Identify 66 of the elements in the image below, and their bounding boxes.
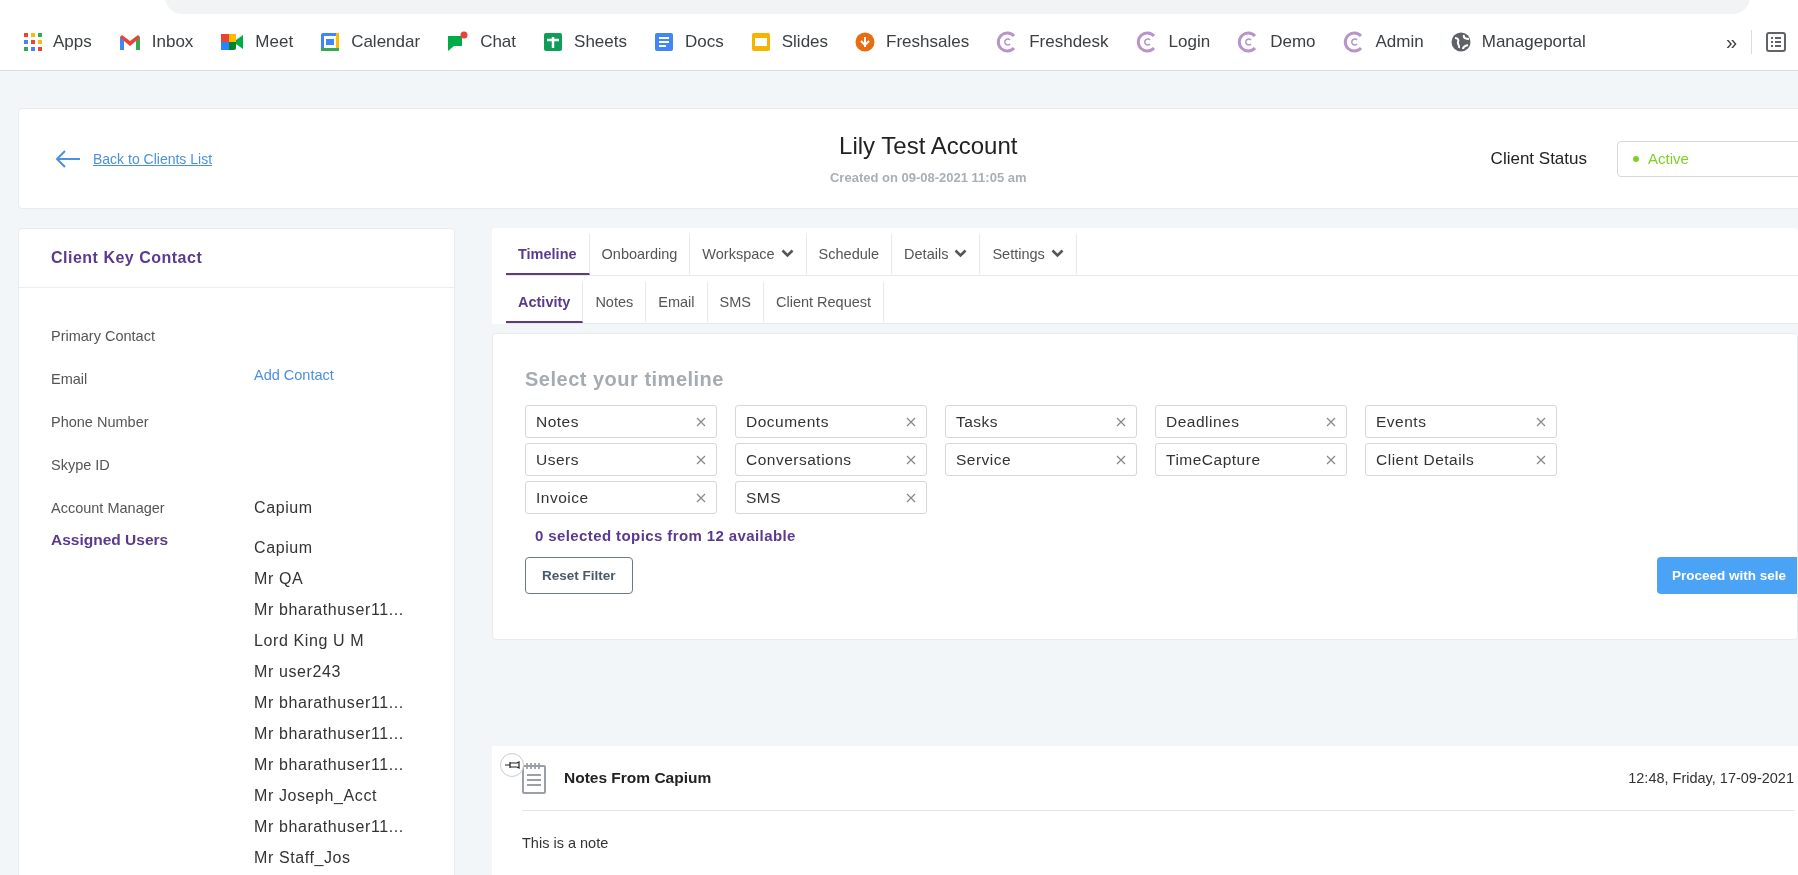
bookmark[interactable]: Docs bbox=[654, 32, 724, 52]
tab[interactable]: Onboarding bbox=[589, 234, 691, 275]
status-label: Client Status bbox=[1490, 148, 1587, 169]
note-text: This is a note bbox=[522, 834, 610, 851]
tab[interactable]: Schedule bbox=[806, 234, 893, 275]
user-name: Mr bharathuser11... bbox=[254, 756, 404, 774]
bookmark[interactable]: Calendar bbox=[320, 32, 421, 52]
user-name: Mr user243 bbox=[254, 663, 342, 681]
field-value: Capium bbox=[254, 498, 313, 517]
user-name: Mr Staff_Jos bbox=[254, 849, 352, 867]
bookmark[interactable]: Freshsales bbox=[855, 32, 970, 52]
field-label: Phone Number bbox=[51, 413, 150, 430]
tab[interactable]: Notes bbox=[583, 282, 647, 323]
bookmark[interactable]: Login bbox=[1135, 31, 1211, 53]
bookmark[interactable]: Freshdesk bbox=[996, 31, 1109, 53]
bookmark[interactable]: Slides bbox=[750, 32, 829, 52]
tab[interactable]: Workspace bbox=[690, 234, 807, 275]
filter-chip[interactable]: Documents bbox=[735, 405, 927, 438]
filter-chip[interactable]: Users bbox=[525, 443, 717, 476]
filter-chip[interactable]: Service bbox=[945, 443, 1137, 476]
filter-chip[interactable]: Client Details bbox=[1365, 443, 1557, 476]
bookmark[interactable]: Admin bbox=[1342, 31, 1424, 53]
created-date: Created on 09-08-2021 11:05 am bbox=[829, 170, 1027, 185]
field-label: Email bbox=[51, 370, 89, 387]
selection-summary: 0 selected topics from 12 available bbox=[535, 527, 797, 544]
filter-chip[interactable]: TimeCapture bbox=[1155, 443, 1347, 476]
filter-chip[interactable]: Invoice bbox=[525, 481, 717, 514]
filter-chip[interactable]: Tasks bbox=[945, 405, 1137, 438]
section-title: Select your timeline bbox=[525, 368, 725, 391]
field-label: Account Manager bbox=[51, 499, 166, 516]
reset-filter-button[interactable]: Reset Filter bbox=[525, 557, 633, 594]
user-name: Mr bharathuser11... bbox=[254, 694, 404, 712]
client-title: Lily Test Account bbox=[839, 132, 1018, 160]
tab[interactable]: Settings bbox=[980, 234, 1077, 275]
tab[interactable]: Client Request bbox=[763, 282, 885, 323]
bookmark[interactable]: Sheets bbox=[543, 32, 627, 52]
field-label: Skype ID bbox=[51, 456, 111, 473]
user-name: Capium bbox=[254, 539, 314, 557]
user-name: Mr Joseph_Acct bbox=[254, 787, 379, 805]
tab[interactable]: SMS bbox=[707, 282, 764, 323]
bookmark[interactable]: Apps bbox=[24, 32, 92, 52]
field-label: Assigned Users bbox=[51, 531, 170, 549]
user-name: Mr QA bbox=[254, 570, 305, 588]
bookmark[interactable]: Chat bbox=[447, 31, 517, 53]
bookmark[interactable]: Meet bbox=[220, 32, 294, 52]
tab[interactable]: Details bbox=[892, 234, 981, 275]
user-name: Mr bharathuser11... bbox=[254, 818, 404, 836]
filter-chip[interactable]: Notes bbox=[525, 405, 717, 438]
filter-chip[interactable]: Deadlines bbox=[1155, 405, 1347, 438]
filter-chip[interactable]: Events bbox=[1365, 405, 1557, 438]
tab[interactable]: Activity bbox=[506, 282, 584, 323]
tab[interactable]: Email bbox=[646, 282, 708, 323]
note-title: Notes From Capium bbox=[564, 769, 713, 787]
bookmark[interactable]: Demo bbox=[1237, 31, 1316, 53]
more-bookmarks-button[interactable]: » bbox=[1725, 30, 1737, 54]
user-name: Lord King U M bbox=[254, 632, 366, 650]
bookmark[interactable]: Manageportal bbox=[1450, 32, 1586, 52]
user-name: Mr bharathuser11... bbox=[254, 725, 404, 743]
note-timestamp: 12:48, Friday, 17-09-2021 bbox=[1628, 770, 1794, 786]
field-label: Primary Contact bbox=[51, 327, 156, 344]
filter-chip[interactable]: SMS bbox=[735, 481, 927, 514]
card-title: Client Key Contact bbox=[51, 249, 203, 267]
tab[interactable]: Timeline bbox=[506, 234, 590, 275]
bookmark[interactable]: Inbox bbox=[118, 32, 194, 52]
filter-chip[interactable]: Conversations bbox=[735, 443, 927, 476]
user-name: Mr bharathuser11... bbox=[254, 601, 404, 619]
